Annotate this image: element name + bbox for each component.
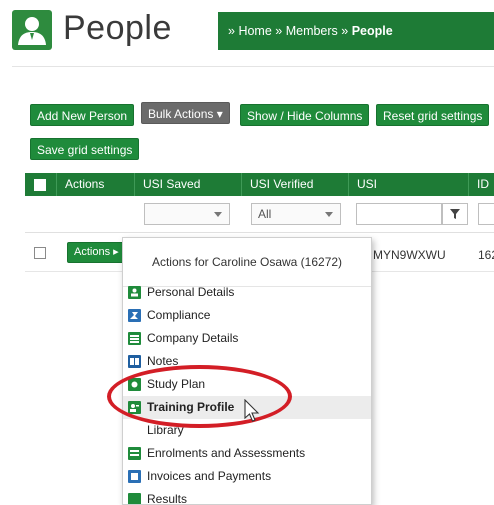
- usi-filter-button[interactable]: [442, 203, 468, 225]
- usi-verified-filter-value: All: [258, 207, 272, 221]
- header-divider: [12, 66, 494, 67]
- column-header-actions[interactable]: Actions: [56, 173, 134, 196]
- usi-cell: MYN9WXWU: [373, 248, 446, 262]
- menu-item-label: Compliance: [147, 308, 211, 322]
- menu-item-invoices[interactable]: Invoices and Payments: [123, 465, 371, 488]
- id-filter-input[interactable]: [478, 203, 494, 225]
- filter-icon: [450, 209, 460, 219]
- notes-icon: [128, 355, 141, 368]
- save-grid-button[interactable]: Save grid settings: [30, 138, 140, 160]
- mouse-pointer-icon: [244, 399, 260, 422]
- page-title: People: [63, 9, 172, 47]
- menu-item-label: Enrolments and Assessments: [147, 446, 306, 460]
- enrolments-icon: [128, 447, 141, 460]
- menu-item-enrolments[interactable]: Enrolments and Assessments: [123, 442, 371, 465]
- menu-item-results[interactable]: Results: [123, 488, 371, 505]
- reset-grid-button[interactable]: Reset grid settings: [376, 104, 490, 126]
- breadcrumb-home-link[interactable]: Home: [238, 24, 271, 38]
- select-all-checkbox[interactable]: [34, 179, 46, 191]
- company-icon: [128, 332, 141, 345]
- breadcrumb-separator: »: [228, 24, 235, 38]
- add-new-person-button[interactable]: Add New Person: [30, 104, 135, 126]
- id-cell: 162: [478, 248, 494, 262]
- row-select-checkbox[interactable]: [34, 247, 46, 259]
- highlight-ellipse: [107, 365, 292, 428]
- menu-heading: Actions for Caroline Osawa (16272): [123, 238, 371, 287]
- column-header-usi[interactable]: USI: [348, 173, 468, 196]
- menu-item-label: Personal Details: [147, 285, 235, 299]
- breadcrumb: » Home » Members » People: [218, 12, 494, 50]
- menu-item-label: Results: [147, 492, 188, 505]
- breadcrumb-members-link[interactable]: Members: [286, 24, 338, 38]
- library-icon: [128, 424, 141, 437]
- menu-item-company-details[interactable]: Company Details: [123, 327, 371, 350]
- person-details-icon: [128, 286, 141, 299]
- column-header-usi-verified[interactable]: USI Verified: [241, 173, 348, 196]
- column-header-usi-saved[interactable]: USI Saved: [134, 173, 241, 196]
- chevron-down-icon: [214, 212, 222, 217]
- breadcrumb-separator: »: [341, 24, 349, 38]
- usi-verified-filter-select[interactable]: All: [251, 203, 341, 225]
- invoices-icon: [128, 470, 141, 483]
- row-actions-button[interactable]: Actions ▸: [67, 242, 126, 263]
- bulk-actions-button[interactable]: Bulk Actions ▾: [141, 102, 230, 124]
- compliance-icon: [128, 309, 141, 322]
- column-header-id[interactable]: ID: [468, 173, 494, 196]
- menu-item-label: Invoices and Payments: [147, 469, 272, 483]
- usi-saved-filter-select[interactable]: [144, 203, 230, 225]
- breadcrumb-separator: »: [275, 24, 283, 38]
- usi-filter-input[interactable]: [356, 203, 442, 225]
- people-logo-icon: [12, 10, 52, 50]
- menu-item-compliance[interactable]: Compliance: [123, 304, 371, 327]
- show-hide-columns-button[interactable]: Show / Hide Columns: [240, 104, 370, 126]
- menu-item-personal-details[interactable]: Personal Details: [123, 281, 371, 304]
- menu-item-label: Company Details: [147, 331, 239, 345]
- breadcrumb-current: People: [351, 24, 393, 38]
- results-icon: [128, 493, 141, 504]
- chevron-down-icon: [325, 212, 333, 217]
